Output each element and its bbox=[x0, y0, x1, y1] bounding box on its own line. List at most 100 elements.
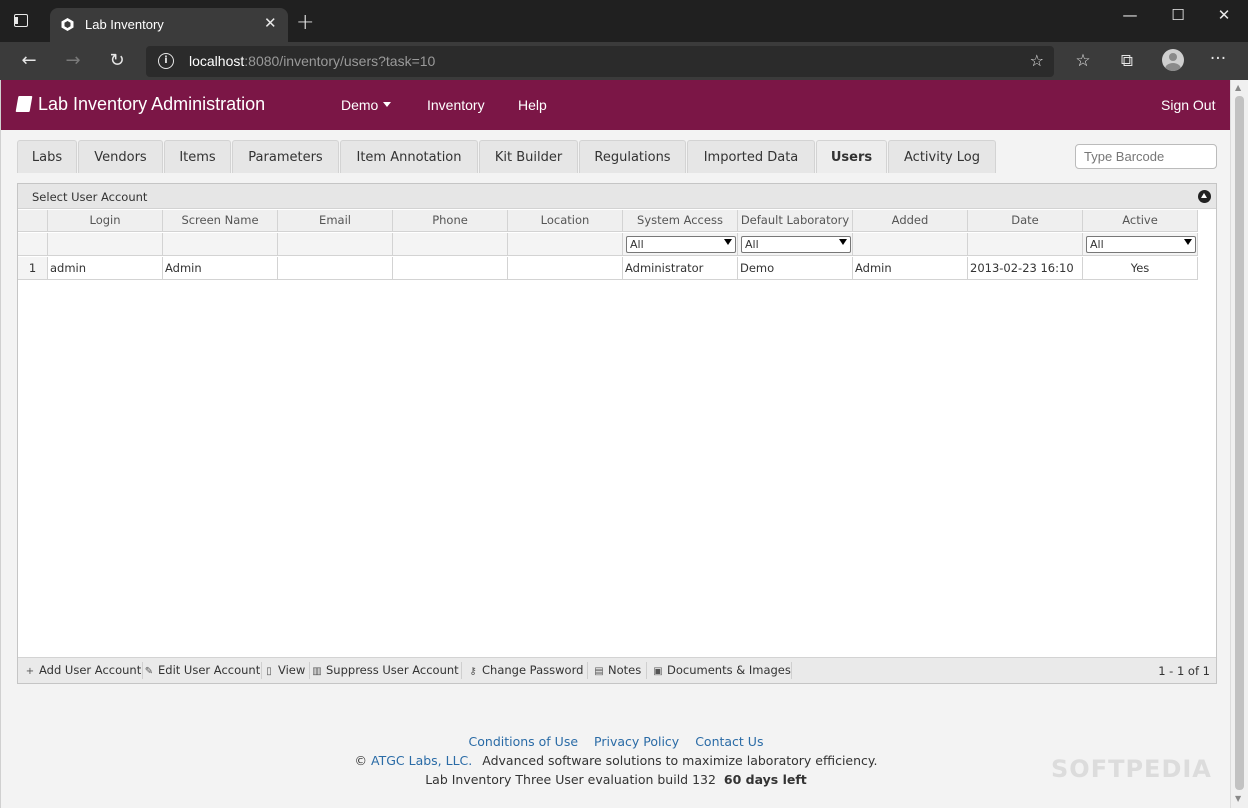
cell-location bbox=[508, 257, 623, 279]
dropdown-arrow-icon bbox=[1184, 239, 1192, 245]
filter-cell-added bbox=[853, 233, 968, 255]
tab-kit-builder[interactable]: Kit Builder bbox=[479, 140, 578, 173]
privacy-link[interactable]: Privacy Policy bbox=[594, 734, 679, 749]
profile-avatar[interactable] bbox=[1162, 49, 1184, 71]
site-info-icon[interactable]: i bbox=[158, 53, 174, 69]
browser-tab[interactable]: Lab Inventory ✕ bbox=[50, 8, 288, 42]
col-header-added[interactable]: Added bbox=[853, 210, 968, 231]
page-footer: Conditions of Use Privacy Policy Contact… bbox=[1, 732, 1230, 789]
sign-out-link[interactable]: Sign Out bbox=[1161, 97, 1215, 113]
scroll-thumb[interactable] bbox=[1235, 96, 1244, 790]
page-viewport: Lab Inventory Administration Demo Invent… bbox=[0, 80, 1230, 808]
notes-button[interactable]: ▤ Notes bbox=[594, 663, 641, 677]
add-user-button[interactable]: + Add User Account bbox=[25, 663, 141, 677]
favorites-icon[interactable]: ☆ bbox=[1072, 51, 1094, 71]
default-laboratory-filter[interactable]: All bbox=[741, 236, 851, 253]
scroll-down-icon[interactable]: ▼ bbox=[1235, 794, 1241, 803]
suppress-user-button[interactable]: ▥ Suppress User Account bbox=[312, 663, 458, 677]
tab-close-icon[interactable]: ✕ bbox=[264, 14, 277, 32]
forward-icon[interactable]: → bbox=[61, 49, 85, 73]
col-header-active[interactable]: Active bbox=[1083, 210, 1198, 231]
col-header-default-laboratory[interactable]: Default Laboratory bbox=[738, 210, 853, 231]
browser-navbar: ← → ↻ i localhost:8080/inventory/users?t… bbox=[0, 42, 1248, 80]
collapse-grid-icon[interactable] bbox=[1198, 190, 1211, 203]
days-left: 60 days left bbox=[723, 772, 807, 787]
filter-cell-email bbox=[278, 233, 393, 255]
add-favorite-icon[interactable]: ☆ bbox=[1030, 51, 1044, 70]
tab-item-annotation[interactable]: Item Annotation bbox=[340, 140, 478, 173]
tab-labs[interactable]: Labs bbox=[17, 140, 77, 173]
active-filter[interactable]: All bbox=[1086, 236, 1196, 253]
tab-vendors[interactable]: Vendors bbox=[78, 140, 163, 173]
cell-date: 2013-02-23 16:10 bbox=[968, 257, 1083, 279]
table-row[interactable]: 1 admin Admin Administrator Demo Admin 2… bbox=[18, 257, 1198, 280]
document-icon: ▯ bbox=[266, 666, 272, 677]
barcode-input[interactable]: Type Barcode bbox=[1075, 144, 1217, 169]
watermark: SOFTPEDIA bbox=[1051, 755, 1212, 783]
scroll-up-icon[interactable]: ▲ bbox=[1235, 83, 1241, 92]
minimize-icon[interactable]: — bbox=[1120, 6, 1140, 24]
toolbar-separator bbox=[791, 662, 792, 679]
app-title: Lab Inventory Administration bbox=[38, 94, 266, 114]
refresh-icon[interactable]: ↻ bbox=[105, 49, 129, 73]
filter-cell-active: All bbox=[1083, 233, 1198, 255]
tab-items[interactable]: Items bbox=[164, 140, 231, 173]
users-grid: Select User Account Login Screen Name Em… bbox=[17, 183, 1217, 684]
edit-user-button[interactable]: ✎ Edit User Account bbox=[144, 663, 260, 677]
page-scrollbar[interactable]: ▲ ▼ bbox=[1230, 80, 1248, 808]
notes-label: Notes bbox=[608, 663, 642, 677]
back-icon[interactable]: ← bbox=[17, 49, 41, 73]
menu-demo[interactable]: Demo bbox=[341, 97, 392, 113]
change-password-label: Change Password bbox=[482, 663, 584, 677]
documents-images-button[interactable]: ▣ Documents & Images bbox=[653, 663, 791, 677]
filter-cell-default-laboratory: All bbox=[738, 233, 853, 255]
filter-cell-screen-name bbox=[163, 233, 278, 255]
col-header-email[interactable]: Email bbox=[278, 210, 393, 231]
edit-user-label: Edit User Account bbox=[158, 663, 261, 677]
tab-actions-icon[interactable] bbox=[12, 11, 36, 35]
grid-caption-bar: Select User Account bbox=[18, 184, 1216, 209]
app-brand[interactable]: Lab Inventory Administration bbox=[15, 94, 266, 115]
col-header-phone[interactable]: Phone bbox=[393, 210, 508, 231]
tab-parameters[interactable]: Parameters bbox=[232, 140, 339, 173]
view-button[interactable]: ▯ View bbox=[264, 663, 305, 677]
conditions-link[interactable]: Conditions of Use bbox=[469, 734, 579, 749]
more-icon[interactable]: ··· bbox=[1207, 49, 1229, 69]
col-header-date[interactable]: Date bbox=[968, 210, 1083, 231]
grid-filter-row: All All All bbox=[18, 233, 1198, 256]
address-bar[interactable]: i localhost:8080/inventory/users?task=10… bbox=[146, 46, 1054, 77]
company-link[interactable]: ATGC Labs, LLC. bbox=[371, 753, 472, 768]
grid-header-row: Login Screen Name Email Phone Location S… bbox=[18, 210, 1198, 232]
col-header-screen-name[interactable]: Screen Name bbox=[163, 210, 278, 231]
tab-users[interactable]: Users bbox=[816, 140, 887, 173]
toolbar-separator bbox=[587, 662, 588, 679]
filter-cell-location bbox=[508, 233, 623, 255]
collections-icon[interactable]: ⧉ bbox=[1116, 51, 1138, 71]
menu-help[interactable]: Help bbox=[518, 97, 547, 113]
cell-screen-name: Admin bbox=[163, 257, 278, 279]
window-close-icon[interactable]: ✕ bbox=[1214, 6, 1234, 24]
system-access-filter[interactable]: All bbox=[626, 236, 736, 253]
col-header-login[interactable]: Login bbox=[48, 210, 163, 231]
menu-inventory[interactable]: Inventory bbox=[427, 97, 485, 113]
maximize-icon[interactable]: ☐ bbox=[1168, 6, 1188, 24]
new-tab-icon[interactable]: + bbox=[296, 10, 314, 35]
cell-active: Yes bbox=[1083, 257, 1198, 279]
toolbar-separator bbox=[261, 662, 262, 679]
filter-cell-rownum bbox=[18, 233, 48, 255]
filter-cell-login bbox=[48, 233, 163, 255]
plus-icon: + bbox=[25, 666, 35, 677]
filter-cell-date bbox=[968, 233, 1083, 255]
tab-imported-data[interactable]: Imported Data bbox=[687, 140, 815, 173]
tagline: Advanced software solutions to maximize … bbox=[482, 753, 878, 768]
filter-cell-system-access: All bbox=[623, 233, 738, 255]
col-header-system-access[interactable]: System Access bbox=[623, 210, 738, 231]
tab-activity-log[interactable]: Activity Log bbox=[888, 140, 996, 173]
browser-titlebar: Lab Inventory ✕ + — ☐ ✕ bbox=[0, 0, 1248, 42]
col-header-location[interactable]: Location bbox=[508, 210, 623, 231]
toolbar-separator bbox=[142, 662, 143, 679]
tab-regulations[interactable]: Regulations bbox=[579, 140, 686, 173]
change-password-button[interactable]: ⚷ Change Password bbox=[468, 663, 583, 677]
col-header-rownum bbox=[18, 210, 48, 231]
contact-link[interactable]: Contact Us bbox=[695, 734, 763, 749]
